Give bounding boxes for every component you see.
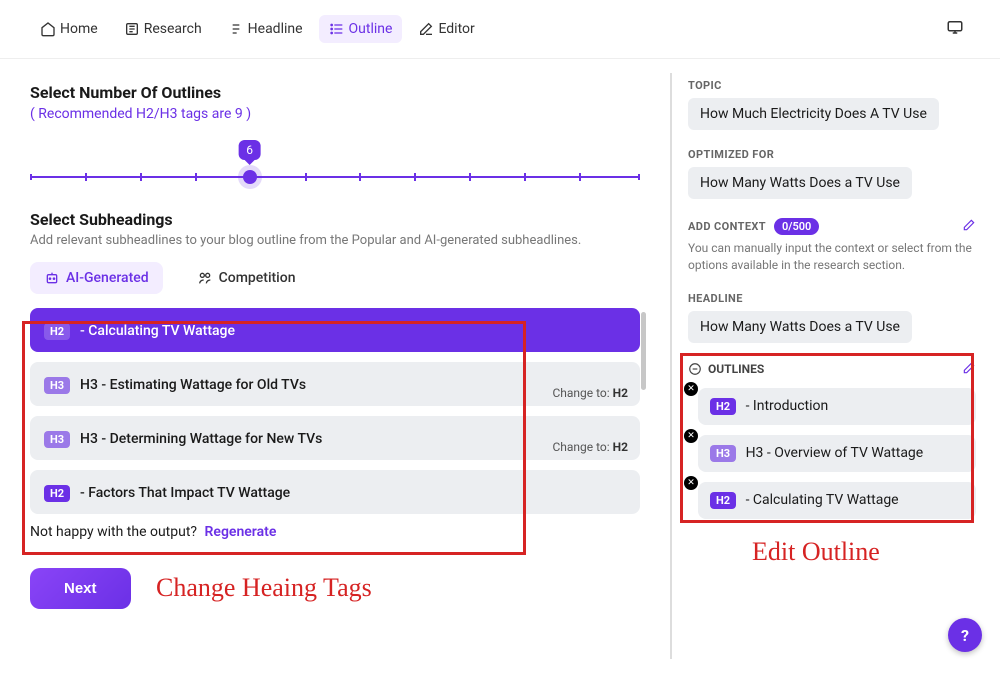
outline-item[interactable]: ✕ H2 - Introduction xyxy=(698,388,976,425)
nav-label: Outline xyxy=(349,21,393,37)
nav-label: Headline xyxy=(248,21,303,37)
heading-tag-badge: H2 xyxy=(710,398,736,415)
slider-value-bubble: 6 xyxy=(238,140,261,160)
subheadings-desc: Add relevant subheadlines to your blog o… xyxy=(30,233,640,248)
optimized-value: How Many Watts Does a TV Use xyxy=(688,167,912,199)
next-button[interactable]: Next xyxy=(30,568,131,609)
right-panel: TOPIC How Much Electricity Does A TV Use… xyxy=(672,59,1000,673)
regenerate-row: Not happy with the output? Regenerate xyxy=(30,524,640,540)
heading-tag-badge: H3 xyxy=(710,445,736,462)
outlines-label: OUTLINES xyxy=(708,362,764,376)
context-desc: You can manually input the context or se… xyxy=(688,240,976,274)
topic-value: How Much Electricity Does A TV Use xyxy=(688,98,939,130)
edit-outlines-button[interactable] xyxy=(962,361,976,378)
tab-label: Competition xyxy=(219,270,296,286)
nav-label: Home xyxy=(60,21,98,37)
outline-count-slider[interactable]: 6 xyxy=(30,150,640,192)
subheadings-title: Select Subheadings xyxy=(30,210,640,229)
subheading-card[interactable]: H3 H3 - Determining Wattage for New TVs … xyxy=(30,416,640,460)
outline-text: H3 - Overview of TV Wattage xyxy=(746,445,924,461)
outline-icon xyxy=(329,21,345,37)
nav-research[interactable]: Research xyxy=(114,15,212,43)
minus-circle-icon xyxy=(688,362,702,376)
tab-label: AI-Generated xyxy=(66,270,149,286)
tab-competition[interactable]: Competition xyxy=(183,262,310,294)
heading-tag-badge: H2 xyxy=(44,323,70,340)
heading-tag-badge: H3 xyxy=(44,377,70,394)
headline-value: How Many Watts Does a TV Use xyxy=(688,311,912,343)
subheading-tabs: AI-Generated Competition xyxy=(30,262,640,294)
subheading-text: H3 - Determining Wattage for New TVs xyxy=(80,431,322,447)
subheading-card[interactable]: H3 H3 - Estimating Wattage for Old TVs C… xyxy=(30,362,640,406)
help-button[interactable]: ? xyxy=(948,618,982,652)
change-heading-tag[interactable]: Change to: H2 xyxy=(552,440,628,454)
editor-icon xyxy=(418,21,434,37)
home-icon xyxy=(40,21,56,37)
add-context-label: ADD CONTEXT xyxy=(688,220,766,233)
recommended-note: ( Recommended H2/H3 tags are 9 ) xyxy=(30,106,640,122)
nav-label: Research xyxy=(144,21,202,37)
change-heading-tag[interactable]: Change to: H2 xyxy=(552,386,628,400)
edit-context-button[interactable] xyxy=(962,217,976,236)
topic-label: TOPIC xyxy=(688,79,976,92)
heading-tag-badge: H3 xyxy=(44,431,70,448)
outline-text: - Introduction xyxy=(746,398,829,414)
nav-label: Editor xyxy=(438,21,474,37)
subheading-card[interactable]: H2 - Factors That Impact TV Wattage xyxy=(30,470,640,514)
remove-outline-button[interactable]: ✕ xyxy=(684,429,698,443)
outline-text: - Calculating TV Wattage xyxy=(746,492,899,508)
left-panel: Select Number Of Outlines ( Recommended … xyxy=(0,59,670,673)
outlines-count-title: Select Number Of Outlines xyxy=(30,83,640,102)
pencil-icon xyxy=(962,361,976,375)
regen-prefix: Not happy with the output? xyxy=(30,524,197,540)
optimized-label: OPTIMIZED FOR xyxy=(688,148,976,161)
subheading-text: - Calculating TV Wattage xyxy=(80,323,235,339)
annotation-label-left: Change Heaing Tags xyxy=(156,573,372,603)
research-icon xyxy=(124,21,140,37)
heading-tag-badge: H2 xyxy=(44,485,70,502)
present-button[interactable] xyxy=(940,12,970,46)
ai-icon xyxy=(44,270,60,286)
nav-outline[interactable]: Outline xyxy=(319,15,403,43)
heading-tag-badge: H2 xyxy=(710,492,736,509)
subheading-list: H2 - Calculating TV Wattage H3 H3 - Esti… xyxy=(30,308,640,514)
remove-outline-button[interactable]: ✕ xyxy=(684,476,698,490)
outline-item[interactable]: ✕ H3 H3 - Overview of TV Wattage xyxy=(698,435,976,472)
nav-headline[interactable]: Headline xyxy=(218,15,313,43)
context-count-pill: 0/500 xyxy=(774,218,819,235)
subheading-card[interactable]: H2 - Calculating TV Wattage xyxy=(30,308,640,352)
nav-editor[interactable]: Editor xyxy=(408,15,484,43)
slider-thumb[interactable] xyxy=(243,170,257,184)
tab-ai-generated[interactable]: AI-Generated xyxy=(30,262,163,294)
subheading-text: H3 - Estimating Wattage for Old TVs xyxy=(80,377,306,393)
outline-item[interactable]: ✕ H2 - Calculating TV Wattage xyxy=(698,482,976,519)
scrollbar[interactable] xyxy=(641,312,646,390)
top-nav: Home Research Headline Outline Editor xyxy=(0,0,1000,59)
competition-icon xyxy=(197,270,213,286)
present-icon xyxy=(946,18,964,36)
regenerate-link[interactable]: Regenerate xyxy=(205,524,277,540)
headline-icon xyxy=(228,21,244,37)
subheading-text: - Factors That Impact TV Wattage xyxy=(80,485,290,501)
slider-track xyxy=(30,176,640,178)
pencil-icon xyxy=(962,218,976,232)
headline-label: HEADLINE xyxy=(688,292,976,305)
annotation-label-right: Edit Outline xyxy=(752,537,880,567)
remove-outline-button[interactable]: ✕ xyxy=(684,382,698,396)
nav-home[interactable]: Home xyxy=(30,15,108,43)
